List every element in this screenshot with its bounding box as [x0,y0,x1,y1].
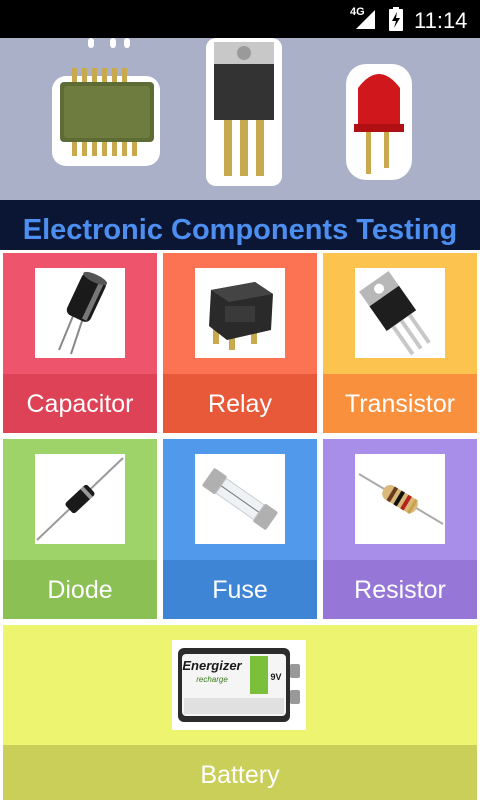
battery-sub-text: recharge [196,675,228,684]
capacitor-label: Capacitor [26,390,134,418]
clock: 11:14 [414,8,468,33]
fuse-label: Fuse [212,576,268,604]
capacitor-icon [58,271,108,355]
regulator-icon [206,38,282,186]
relay-image [195,268,285,358]
relay-label-band: Relay [163,374,317,433]
transistor-label: Transistor [344,390,456,418]
status-bar: 4G 11:14 [0,0,480,38]
diode-tile[interactable]: Diode [3,439,157,619]
ic-chip-icon [52,68,160,166]
battery-label: Battery [200,761,280,789]
transistor-tile[interactable]: Transistor [323,253,477,433]
battery-tile[interactable]: Energizer recharge 9V Battery [3,625,477,800]
fuse-label-band: Fuse [163,560,317,619]
app-title: Electronic Components Testing [22,214,458,246]
signal-icon [356,10,375,29]
battery-charging-icon [389,7,403,31]
relay-label: Relay [208,390,272,418]
transistor-label-band: Transistor [323,374,477,433]
resistor-image [355,454,445,544]
resistor-label-band: Resistor [323,560,477,619]
fuse-icon [202,468,278,530]
relay-tile[interactable]: Relay [163,253,317,433]
battery-voltage-text: 9V [270,672,281,682]
battery-icon: Energizer recharge 9V [178,648,300,722]
diode-label-band: Diode [3,560,157,619]
title-bar: Electronic Components Testing [0,200,480,250]
fuse-tile[interactable]: Fuse [163,439,317,619]
led-icon [346,64,412,180]
diode-label: Diode [47,576,113,604]
battery-image: Energizer recharge 9V [172,640,306,730]
fuse-image [195,454,285,544]
capacitor-tile[interactable]: Capacitor [3,253,157,433]
capacitor-image [35,268,125,358]
transistor-icon [359,270,431,356]
resistor-tile[interactable]: Resistor [323,439,477,619]
diode-image [35,454,125,544]
relay-icon [209,282,273,350]
capacitor-label-band: Capacitor [3,374,157,433]
header-banner [0,38,480,200]
resistor-label: Resistor [354,576,446,604]
components-banner-illustration [52,38,412,186]
battery-label-band: Battery [3,745,477,800]
resistor-icon [358,473,444,525]
battery-brand-text: Energizer [182,658,242,673]
transistor-image [355,268,445,358]
diode-icon [36,457,124,541]
